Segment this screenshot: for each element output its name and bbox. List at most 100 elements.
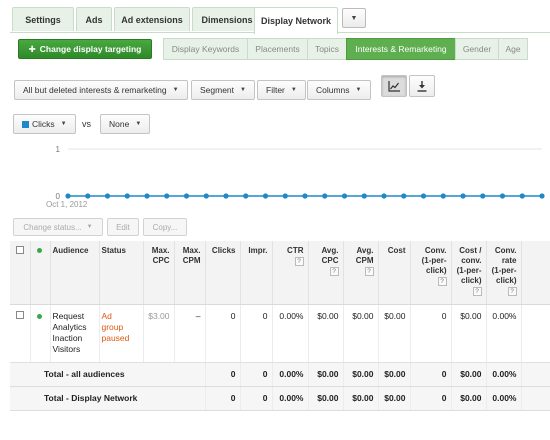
cost-conv-header-label: Cost / xyxy=(459,246,482,255)
avg-cpm-header[interactable]: Avg. CPM? xyxy=(342,241,378,305)
status-text: paused xyxy=(101,332,130,343)
row-checkbox[interactable] xyxy=(16,310,24,319)
status-cell: Ad group paused xyxy=(98,304,143,363)
help-icon[interactable]: ? xyxy=(329,267,339,276)
impr-cell: 0 xyxy=(239,304,272,363)
toggle-graph-button[interactable] xyxy=(381,75,407,97)
change-targeting-label: Change display targeting xyxy=(39,44,142,54)
conv-rate-header-label: Conv. xyxy=(494,246,517,255)
subtab-age[interactable]: Age xyxy=(498,38,528,60)
segment-label: Segment xyxy=(200,85,235,95)
subtab-display-keywords[interactable]: Display Keywords xyxy=(163,38,248,60)
tab-display-network[interactable]: Display Network xyxy=(254,7,338,34)
clicks-data-point xyxy=(144,193,150,199)
status-header-label: Status xyxy=(101,246,126,255)
vs-label: vs xyxy=(82,119,91,129)
help-icon[interactable]: ? xyxy=(507,287,517,296)
chevron-down-icon: ▼ xyxy=(290,87,297,93)
help-icon[interactable]: ? xyxy=(294,257,304,266)
table-header-row: Audience Status Max. CPC Max. CPM Clicks I… xyxy=(10,241,550,305)
tab-ads[interactable]: Ads xyxy=(76,7,112,31)
view-filter-dropdown[interactable]: All but deleted interests & remarketing … xyxy=(14,80,188,100)
audience-header[interactable]: Audience xyxy=(49,241,99,305)
table-row[interactable]: Request Analytics Inaction Visitors Ad group… xyxy=(10,304,550,363)
clicks-data-point xyxy=(262,193,269,199)
tab-dimensions[interactable]: Dimensions xyxy=(192,7,262,31)
cost-conv-cell: $0.00 xyxy=(450,304,486,363)
clicks-data-point xyxy=(203,193,209,199)
audience-cell[interactable]: Request Analytics Inaction Visitors xyxy=(49,304,99,363)
segment-dropdown[interactable]: Segment ▼ xyxy=(191,80,255,100)
max-cpc-header-label: CPC xyxy=(152,256,170,265)
total-avg-cpc: $0.00 xyxy=(307,386,343,411)
conv-header-label: Conv. xyxy=(424,246,447,255)
subtab-gender[interactable]: Gender xyxy=(455,38,499,60)
select-all-header xyxy=(10,241,30,305)
tab-ad-extensions[interactable]: Ad extensions xyxy=(114,7,190,31)
edit-button[interactable]: Edit xyxy=(107,218,139,236)
clicks-data-point xyxy=(183,193,190,199)
chevron-down-icon: ▼ xyxy=(86,224,93,230)
conv-cell: 0 xyxy=(409,304,451,363)
max-cpc-header[interactable]: Max. CPC xyxy=(142,241,174,305)
more-tabs-dropdown[interactable]: ▼ xyxy=(342,8,366,28)
avg-cpc-header[interactable]: Avg. CPC? xyxy=(307,241,343,305)
help-icon[interactable]: ? xyxy=(472,287,482,296)
clicks-data-point xyxy=(440,193,446,199)
impr-header[interactable]: Impr. xyxy=(239,241,272,305)
primary-metric-label: Clicks xyxy=(32,119,55,129)
clicks-data-point xyxy=(460,193,466,199)
download-button[interactable] xyxy=(409,75,435,97)
clicks-cell: 0 xyxy=(204,304,240,363)
chevron-down-icon: ▼ xyxy=(135,121,142,127)
truncated-column-header[interactable] xyxy=(520,241,550,305)
secondary-metric-dropdown[interactable]: None ▼ xyxy=(100,114,151,134)
clicks-data-point xyxy=(401,193,407,199)
subtab-topics[interactable]: Topics xyxy=(307,38,347,60)
clicks-header[interactable]: Clicks xyxy=(204,241,240,305)
truncated-cell xyxy=(520,304,550,363)
columns-dropdown[interactable]: Columns ▼ xyxy=(307,80,371,100)
clicks-data-point xyxy=(322,193,328,199)
ctr-header[interactable]: CTR? xyxy=(271,241,308,305)
total-row-display-network: Total - Display Network 0 0 0.00% $0.00 … xyxy=(10,386,550,411)
conv-rate-header[interactable]: Conv. rate (1-per-click)? xyxy=(485,241,521,305)
subtab-interests-remarketing[interactable]: Interests & Remarketing xyxy=(346,38,456,60)
change-status-label: Change status... xyxy=(23,222,82,232)
chevron-down-icon: ▼ xyxy=(240,87,246,93)
row-select-cell xyxy=(10,304,30,363)
row-status-dot-cell xyxy=(29,304,50,363)
avg-cpm-header-label: CPM xyxy=(355,256,374,265)
conv-header[interactable]: Conv. (1-per-click)? xyxy=(409,241,451,305)
subtab-placements[interactable]: Placements xyxy=(247,38,308,60)
copy-button[interactable]: Copy... xyxy=(143,218,187,236)
filter-label: Filter xyxy=(266,85,285,95)
clicks-data-point xyxy=(480,193,486,199)
y-tick-label: 1 xyxy=(56,145,61,154)
ctr-cell: 0.00% xyxy=(271,304,308,363)
total-conv-rate: 0.00% xyxy=(485,362,521,387)
change-status-button[interactable]: Change status... ▼ xyxy=(13,218,103,236)
clicks-data-point xyxy=(104,193,111,199)
audience-name: Inaction xyxy=(52,332,83,343)
status-header[interactable]: Status xyxy=(98,241,143,305)
filter-dropdown[interactable]: Filter ▼ xyxy=(257,80,306,100)
help-icon[interactable]: ? xyxy=(364,267,374,276)
top-tab-bar: Settings Ads Ad extensions Dimensions Di… xyxy=(10,7,550,34)
total-conv-rate: 0.00% xyxy=(485,386,521,411)
help-icon[interactable]: ? xyxy=(437,277,447,286)
avg-cpm-header-label: Avg. xyxy=(356,246,374,255)
max-cpm-header[interactable]: Max. CPM xyxy=(173,241,205,305)
select-all-checkbox[interactable] xyxy=(16,246,24,254)
conv-rate-header-label: rate xyxy=(501,256,517,265)
cost-header[interactable]: Cost xyxy=(377,241,410,305)
cost-header-label: Cost xyxy=(387,246,406,255)
total-cost: $0.00 xyxy=(377,362,410,387)
max-cpc-cell[interactable]: $3.00 xyxy=(142,304,174,363)
truncated-cell xyxy=(520,362,550,387)
tab-settings[interactable]: Settings xyxy=(12,7,74,31)
change-display-targeting-button[interactable]: ✚ Change display targeting xyxy=(18,39,152,59)
cost-conv-header[interactable]: Cost / conv. (1-per-click)? xyxy=(450,241,486,305)
primary-metric-dropdown[interactable]: Clicks ▼ xyxy=(13,114,76,134)
total-label: Total - Display Network xyxy=(10,386,205,411)
